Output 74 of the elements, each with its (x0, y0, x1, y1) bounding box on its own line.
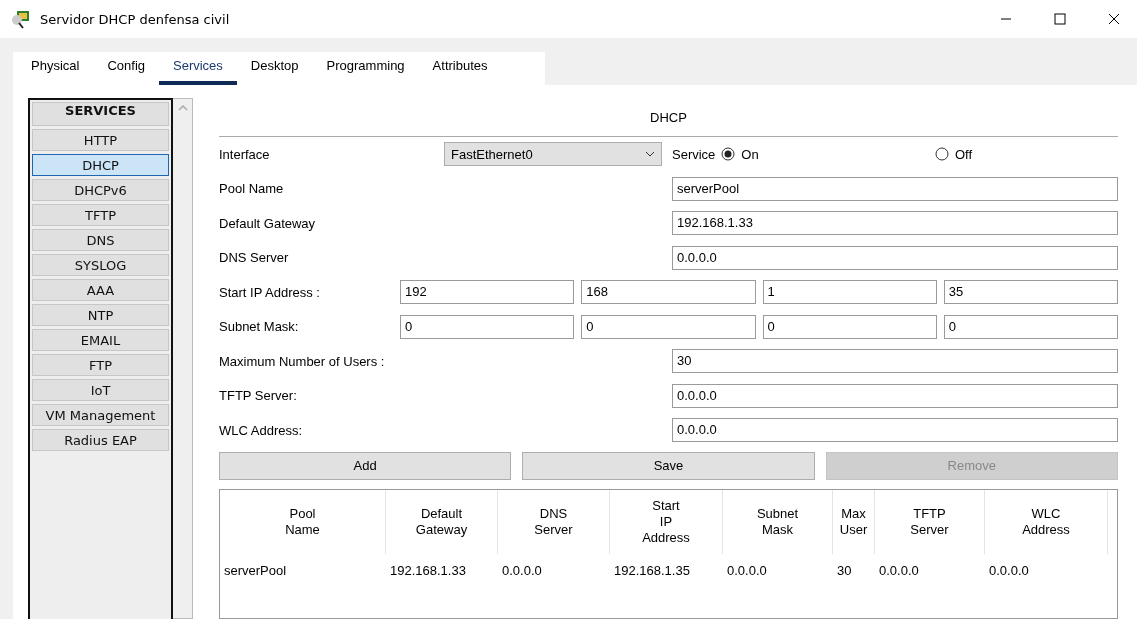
radio-option[interactable]: Off (934, 146, 972, 162)
interface-dropdown[interactable]: FastEthernet0 (444, 142, 662, 167)
service-item[interactable]: NTP (32, 304, 169, 326)
tab[interactable]: Desktop (236, 58, 313, 85)
field-label: Default Gateway (219, 215, 317, 231)
input-field[interactable]: 0.0.0.0 (672, 245, 1118, 270)
field-label: Service (672, 146, 716, 162)
table-cell-text: serverPool (223, 562, 288, 580)
input-field[interactable]: 168 (581, 280, 756, 305)
service-item[interactable]: HTTP (32, 129, 169, 151)
field-label: Interface (219, 146, 271, 162)
column-header: Start IP Address (610, 489, 723, 554)
input-field[interactable]: 192 (400, 280, 575, 305)
column-header: Subnet Mask (723, 489, 833, 554)
tab[interactable]: Config (93, 58, 159, 85)
service-item[interactable]: SYSLOG (32, 254, 169, 276)
field-label: Maximum Number of Users : (219, 353, 386, 369)
field-label: TFTP Server: (219, 388, 298, 404)
column-header: WLC Address (985, 489, 1108, 554)
service-item[interactable]: DHCPv6 (32, 179, 169, 201)
input-field[interactable]: 0 (581, 314, 756, 339)
radio-icon[interactable] (934, 147, 949, 162)
app-icon (10, 9, 32, 29)
table-cell-text: 0.0.0.0 (501, 562, 543, 580)
service-item[interactable]: EMAIL (32, 329, 169, 351)
service-item[interactable]: DNS (32, 229, 169, 251)
tab[interactable]: Programming (312, 58, 419, 85)
column-header: Pool Name (220, 489, 386, 554)
input-field[interactable]: 35 (943, 280, 1118, 305)
column-header: TFTP Server (875, 489, 985, 554)
field-label: WLC Address: (219, 422, 304, 438)
radio-icon[interactable] (721, 147, 736, 162)
input-field[interactable]: serverPool (672, 176, 1118, 201)
table-cell-text: 192.168.1.35 (613, 562, 691, 580)
input-field[interactable]: 1 (762, 280, 937, 305)
column-header: Max User (833, 489, 875, 554)
table-cell-text: 30 (836, 562, 853, 580)
table-cell-text: 192.168.1.33 (389, 562, 467, 580)
scroll-up-icon[interactable] (177, 105, 188, 111)
maximize-icon (1054, 13, 1066, 25)
service-item[interactable]: IoT (32, 379, 169, 401)
scrollbar[interactable] (173, 98, 193, 619)
field-label: Subnet Mask: (219, 319, 300, 335)
radio-option[interactable]: On (721, 146, 759, 162)
column-header: Default Gateway (386, 489, 498, 554)
action-button[interactable]: Save (522, 451, 815, 480)
column-header: DNS Server (498, 489, 610, 554)
section-title: DHCP (219, 98, 1118, 137)
action-button[interactable]: Add (219, 451, 512, 480)
service-item[interactable]: TFTP (32, 204, 169, 226)
service-item[interactable]: AAA (32, 279, 169, 301)
input-field[interactable]: 0 (762, 314, 937, 339)
input-field[interactable]: 0 (943, 314, 1118, 339)
input-field[interactable]: 0.0.0.0 (672, 383, 1118, 408)
tab[interactable]: Attributes (418, 58, 502, 85)
input-field[interactable]: 0 (400, 314, 575, 339)
service-item[interactable]: VM Management (32, 404, 169, 426)
field-label: Pool Name (219, 181, 285, 197)
field-label: DNS Server (219, 250, 290, 266)
table-cell-text: 0.0.0.0 (726, 562, 768, 580)
service-item[interactable]: Radius EAP (32, 429, 169, 451)
list-header: SERVICES (32, 102, 169, 126)
service-item[interactable]: FTP (32, 354, 169, 376)
service-item[interactable]: DHCP (32, 154, 169, 176)
input-field[interactable]: 0.0.0.0 (672, 418, 1118, 443)
window-title: Servidor DHCP denfensa civil (40, 11, 231, 27)
table-cell-text: 0.0.0.0 (878, 562, 920, 580)
tab[interactable]: Physical (17, 58, 94, 85)
field-label: Start IP Address : (219, 284, 321, 300)
close-icon (1108, 13, 1120, 25)
input-field[interactable]: 192.168.1.33 (672, 211, 1118, 236)
table-cell-text: 0.0.0.0 (988, 562, 1030, 580)
chevron-down-icon (645, 151, 655, 158)
input-field[interactable]: 30 (672, 349, 1118, 374)
